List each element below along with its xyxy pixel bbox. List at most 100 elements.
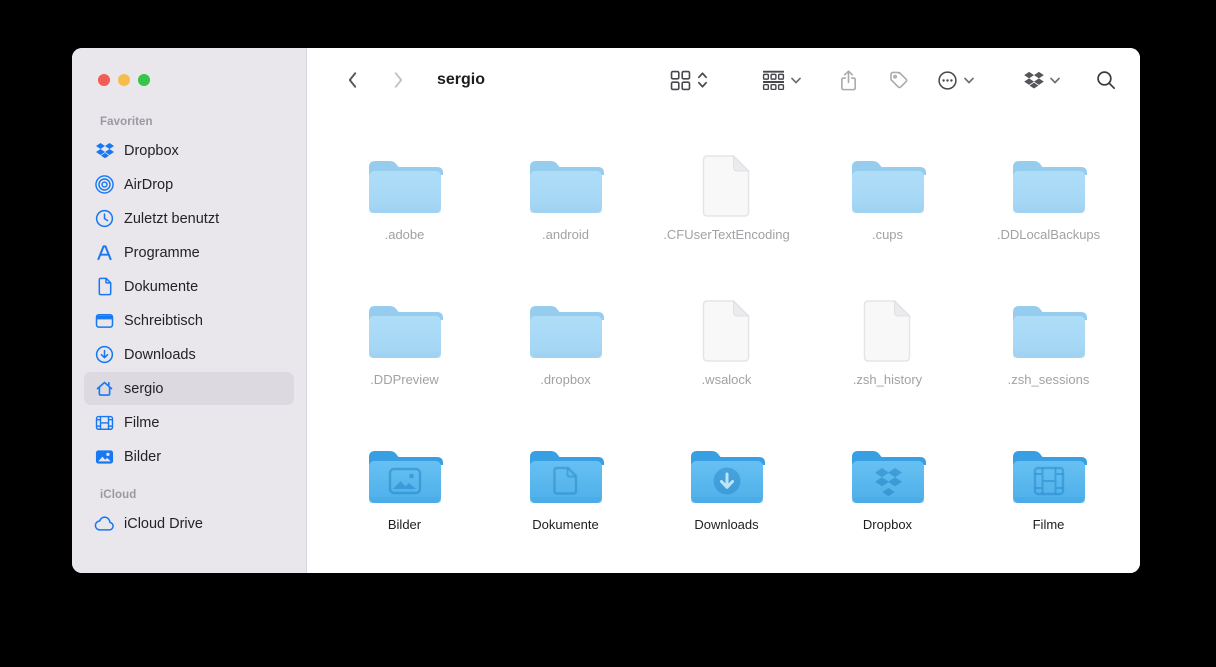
minimize-button[interactable] <box>118 74 130 86</box>
grid-item-label: .dropbox <box>540 372 591 387</box>
sidebar-item-recents[interactable]: Zuletzt benutzt <box>84 202 294 235</box>
grid-view-icon <box>670 70 691 90</box>
grid-item-bilder[interactable]: Bilder <box>324 442 485 573</box>
dropbox-icon <box>94 140 115 161</box>
chevron-down-icon <box>1050 77 1060 83</box>
toolbar: sergio <box>307 48 1140 112</box>
sidebar-item-label: iCloud Drive <box>124 515 203 532</box>
grid-item-label: .CFUserTextEncoding <box>663 227 790 242</box>
forward-button[interactable] <box>385 67 411 93</box>
sidebar-item-applications[interactable]: Programme <box>84 236 294 269</box>
grid-item-ddpreview[interactable]: .DDPreview <box>324 297 485 442</box>
sidebar-item-home-sergio[interactable]: sergio <box>84 372 294 405</box>
grid-item-label: Bilder <box>387 517 422 532</box>
close-button[interactable] <box>98 74 110 86</box>
main-area: sergio .adobe .android .CFUserTextEncodi… <box>307 48 1140 573</box>
sidebar-item-label: Schreibtisch <box>124 312 203 329</box>
sidebar-item-documents[interactable]: Dokumente <box>84 270 294 303</box>
grid-item-downloads[interactable]: Downloads <box>646 442 807 573</box>
grid-item-filme[interactable]: Filme <box>968 442 1129 573</box>
grid-item-label: .DDPreview <box>370 372 439 387</box>
grid-item-label: .zsh_history <box>852 372 923 387</box>
zoom-button[interactable] <box>138 74 150 86</box>
back-button[interactable] <box>339 67 365 93</box>
chevron-down-icon <box>964 77 974 83</box>
grid-item-label: Filme <box>1032 517 1065 532</box>
folder-icon <box>525 152 607 218</box>
group-by-button[interactable] <box>762 70 801 90</box>
sidebar-item-airdrop[interactable]: AirDrop <box>84 168 294 201</box>
sidebar-item-label: Bilder <box>124 448 162 465</box>
search-icon <box>1097 71 1116 90</box>
sidebar-item-label: Dropbox <box>124 142 179 159</box>
dropbox-status-button[interactable] <box>1024 71 1060 89</box>
file-icon <box>700 152 753 218</box>
sidebar-item-movies[interactable]: Filme <box>84 406 294 439</box>
grid-item-label: Downloads <box>694 517 759 532</box>
grid-item-cfusertextencoding[interactable]: .CFUserTextEncoding <box>646 152 807 297</box>
sidebar-item-desktop[interactable]: Schreibtisch <box>84 304 294 337</box>
grid-item-dropbox-hidden[interactable]: .dropbox <box>485 297 646 442</box>
sidebar-item-downloads[interactable]: Downloads <box>84 338 294 371</box>
grid-item-zsh-history[interactable]: .zsh_history <box>807 297 968 442</box>
grid-item-dropbox[interactable]: Dropbox <box>807 442 968 573</box>
folder-icon <box>1008 297 1090 363</box>
grid-item-label: Dropbox <box>862 517 913 532</box>
finder-window: Favoriten Dropbox AirDrop Zuletzt benutz… <box>72 48 1140 573</box>
view-switcher-button[interactable] <box>670 70 708 91</box>
file-icon <box>700 297 753 363</box>
sidebar-item-dropbox[interactable]: Dropbox <box>84 134 294 167</box>
clock-icon <box>94 208 115 229</box>
group-by-icon <box>762 70 785 90</box>
pictures-folder-icon <box>364 442 446 508</box>
chevron-up-down-icon <box>698 72 707 88</box>
folder-icon <box>364 297 446 363</box>
sidebar-item-pictures[interactable]: Bilder <box>84 440 294 473</box>
grid-item-ddlocalbackups[interactable]: .DDLocalBackups <box>968 152 1129 297</box>
grid-item-label: .wsalock <box>701 372 752 387</box>
sidebar-item-label: Downloads <box>124 346 196 363</box>
dropbox-toolbar-icon <box>1024 71 1044 89</box>
grid-item-label: .cups <box>871 227 904 242</box>
downloads-folder-icon <box>686 442 768 508</box>
desktop-icon <box>94 310 115 331</box>
movies-folder-icon <box>1008 442 1090 508</box>
grid-item-android[interactable]: .android <box>485 152 646 297</box>
folder-icon <box>1008 152 1090 218</box>
applications-icon <box>94 242 115 263</box>
sidebar-item-label: Zuletzt benutzt <box>124 210 220 227</box>
grid-item-label: .android <box>542 227 589 242</box>
sidebar-section-favorites: Favoriten <box>100 116 153 128</box>
search-button[interactable] <box>1096 70 1116 90</box>
sidebar-item-label: sergio <box>124 380 164 397</box>
grid-item-wsalock[interactable]: .wsalock <box>646 297 807 442</box>
more-actions-button[interactable] <box>937 70 974 91</box>
sidebar-item-label: AirDrop <box>124 176 174 193</box>
sidebar-item-label: Programme <box>124 244 200 261</box>
folder-icon <box>364 152 446 218</box>
sidebar-item-label: Dokumente <box>124 278 199 295</box>
grid-item-label: .adobe <box>384 227 425 242</box>
ellipsis-circle-icon <box>938 70 957 90</box>
share-button[interactable] <box>839 69 858 92</box>
sidebar: Favoriten Dropbox AirDrop Zuletzt benutz… <box>72 48 307 573</box>
sidebar-section-icloud: iCloud <box>100 489 137 501</box>
file-icon <box>861 297 914 363</box>
download-icon <box>94 344 115 365</box>
grid-item-label: .DDLocalBackups <box>996 227 1101 242</box>
grid-item-adobe[interactable]: .adobe <box>324 152 485 297</box>
chevron-down-icon <box>791 77 801 83</box>
documents-folder-icon <box>525 442 607 508</box>
sidebar-item-icloud-drive[interactable]: iCloud Drive <box>84 507 294 540</box>
grid-item-dokumente[interactable]: Dokumente <box>485 442 646 573</box>
grid-item-label: .zsh_sessions <box>1007 372 1090 387</box>
film-icon <box>94 412 115 433</box>
grid-item-cups[interactable]: .cups <box>807 152 968 297</box>
grid-item-zsh-sessions[interactable]: .zsh_sessions <box>968 297 1129 442</box>
share-icon <box>841 69 856 90</box>
window-controls <box>98 74 306 86</box>
file-grid: .adobe .android .CFUserTextEncoding .cup… <box>307 112 1140 573</box>
sidebar-item-label: Filme <box>124 414 160 431</box>
grid-item-label: Dokumente <box>532 517 599 532</box>
tags-button[interactable] <box>888 70 909 91</box>
